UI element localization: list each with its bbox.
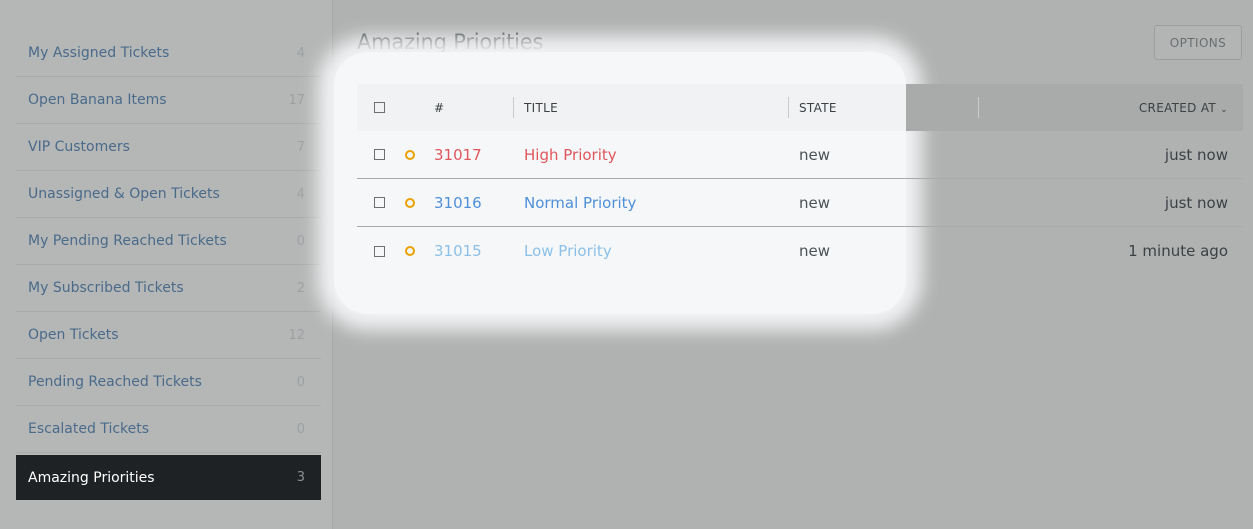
ticket-title-link[interactable]: Low Priority: [524, 242, 799, 260]
ticket-state: new: [799, 242, 831, 260]
column-separator: [513, 97, 514, 118]
table-row[interactable]: 31015 Low Priority new 1 minute ago: [357, 227, 1243, 275]
sidebar-item-count: 4: [296, 186, 305, 202]
column-separator: [788, 97, 789, 118]
sidebar-item-label: Open Banana Items: [28, 92, 167, 108]
sidebar-item-label: My Pending Reached Tickets: [28, 233, 227, 249]
table-row[interactable]: 31016 Normal Priority new just now: [357, 179, 1243, 227]
ticket-number-link[interactable]: 31017: [434, 146, 524, 164]
sidebar-item-count: 12: [288, 327, 305, 343]
sidebar-item-count: 0: [296, 374, 305, 390]
column-header-title[interactable]: TITLE: [524, 101, 799, 115]
sidebar-item-amazing-priorities[interactable]: Amazing Priorities 3: [16, 455, 321, 500]
column-header-state[interactable]: STATE: [799, 101, 989, 115]
sidebar-item-label: My Assigned Tickets: [28, 45, 170, 61]
sidebar-item-label: My Subscribed Tickets: [28, 280, 184, 296]
sidebar-item-open-banana-items[interactable]: Open Banana Items 17: [16, 77, 321, 124]
ticket-created-at: 1 minute ago: [1128, 242, 1228, 260]
sidebar-item-count: 17: [288, 92, 305, 108]
overview-list: My Assigned Tickets 4 Open Banana Items …: [16, 30, 321, 500]
sidebar-item-label: Escalated Tickets: [28, 421, 150, 437]
ticket-created-at: just now: [1164, 145, 1228, 164]
sidebar-item-my-pending-reached-tickets[interactable]: My Pending Reached Tickets 0: [16, 218, 321, 265]
ticket-created-at: just now: [1164, 193, 1228, 212]
options-button[interactable]: OPTIONS: [1154, 25, 1242, 60]
sidebar-item-my-subscribed-tickets[interactable]: My Subscribed Tickets 2: [16, 265, 321, 312]
column-separator: [978, 97, 979, 118]
sidebar-item-label: Amazing Priorities: [28, 469, 155, 486]
sidebar-item-open-tickets[interactable]: Open Tickets 12: [16, 312, 321, 359]
ticket-state: new: [799, 193, 831, 212]
ticket-table: # TITLE STATE CREATED AT ⌄ 31017 High Pr…: [357, 84, 1243, 275]
column-header-created-label: CREATED AT: [1138, 100, 1217, 115]
sidebar-item-count: 3: [296, 470, 305, 485]
ticket-number-link[interactable]: 31016: [434, 194, 524, 212]
page-title: Amazing Priorities: [357, 30, 544, 54]
priority-icon: [405, 149, 415, 160]
priority-icon: [405, 246, 415, 256]
select-all-checkbox[interactable]: [374, 102, 385, 113]
sidebar-item-count: 0: [296, 421, 305, 437]
sidebar-item-my-assigned-tickets[interactable]: My Assigned Tickets 4: [16, 30, 321, 77]
sidebar-item-unassigned-open-tickets[interactable]: Unassigned & Open Tickets 4: [16, 171, 321, 218]
ticket-number-link[interactable]: 31015: [434, 242, 524, 260]
table-header: # TITLE STATE CREATED AT ⌄: [357, 84, 1243, 131]
priority-icon: [405, 197, 415, 208]
sidebar-item-pending-reached-tickets[interactable]: Pending Reached Tickets 0: [16, 359, 321, 406]
sidebar-item-vip-customers[interactable]: VIP Customers 7: [16, 124, 321, 171]
sidebar-item-label: Unassigned & Open Tickets: [28, 186, 220, 202]
column-header-created-at[interactable]: CREATED AT ⌄: [989, 101, 1243, 115]
column-header-number[interactable]: #: [434, 101, 524, 115]
sidebar-item-label: Open Tickets: [28, 327, 119, 343]
sidebar: My Assigned Tickets 4 Open Banana Items …: [0, 0, 333, 529]
ticket-title-link[interactable]: High Priority: [524, 146, 799, 164]
sidebar-item-count: 7: [296, 139, 305, 155]
table-row[interactable]: 31017 High Priority new just now: [357, 131, 1243, 179]
sidebar-item-count: 4: [296, 45, 305, 61]
chevron-down-icon: ⌄: [1220, 104, 1228, 115]
row-checkbox[interactable]: [374, 149, 385, 160]
sidebar-item-count: 0: [296, 233, 305, 249]
row-checkbox[interactable]: [374, 197, 385, 208]
sidebar-item-escalated-tickets[interactable]: Escalated Tickets 0: [16, 406, 321, 453]
row-checkbox[interactable]: [374, 245, 385, 257]
sidebar-item-label: Pending Reached Tickets: [28, 374, 202, 390]
sidebar-item-label: VIP Customers: [28, 139, 130, 155]
ticket-state: new: [799, 145, 831, 164]
sidebar-item-count: 2: [296, 280, 305, 296]
ticket-title-link[interactable]: Normal Priority: [524, 194, 799, 212]
